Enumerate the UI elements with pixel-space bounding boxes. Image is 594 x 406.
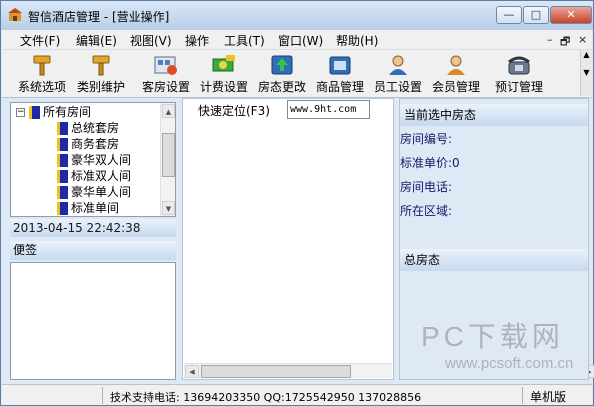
all-status-header: 总房态 <box>400 249 588 271</box>
status-bar: 技术支持电话: 13694203350 QQ:1725542950 137028… <box>2 384 592 405</box>
menu-tools[interactable]: 工具(T) <box>224 32 265 49</box>
toolbar-room-status-change-button[interactable]: 房态更改 <box>254 52 310 96</box>
tech-support-text: 技术支持电话: 13694203350 QQ:1725542950 137028… <box>110 391 422 404</box>
toolbar-label: 商品管理 <box>315 80 364 94</box>
tree-item[interactable]: 总统套房 <box>57 120 119 136</box>
goods-icon <box>329 56 351 75</box>
toolbar-label: 员工设置 <box>373 80 422 94</box>
toolbar-label: 会员管理 <box>431 80 480 94</box>
tree-item-label: 商务套房 <box>71 137 120 151</box>
book-icon <box>57 154 68 167</box>
scroll-down-icon[interactable]: ▼ <box>162 201 175 215</box>
toolbar-label: 房态更改 <box>257 80 306 94</box>
tree-item-label: 总统套房 <box>71 121 120 135</box>
close-button[interactable]: ✕ <box>550 6 592 24</box>
toolbar-reservation-management-button[interactable]: 预订管理 <box>491 52 547 96</box>
menu-operate[interactable]: 操作 <box>185 32 209 49</box>
room-phone-field: 房间电话: <box>400 180 453 194</box>
toolbar-member-management-button[interactable]: 会员管理 <box>428 52 484 96</box>
tree-root[interactable]: 所有房间 <box>29 104 91 120</box>
tree-item[interactable]: 豪华双人间 <box>57 152 131 168</box>
money-icon <box>212 55 235 72</box>
toolbar-billing-settings-button[interactable]: 计费设置 <box>196 52 252 96</box>
toolbar-label: 预订管理 <box>494 80 543 94</box>
toolbar-label: 类别维护 <box>76 80 125 94</box>
book-icon <box>57 170 68 183</box>
tree-expander[interactable]: − <box>16 108 25 117</box>
room-tree: − 所有房间 总统套房 商务套房 豪华双人间 标准双人间 豪华单人间 标准单间 … <box>10 102 176 217</box>
scroll-thumb[interactable] <box>162 133 175 177</box>
tree-item-label: 标准双人间 <box>71 169 132 183</box>
book-icon <box>57 186 68 199</box>
quick-locate-label: 快速定位(F3) <box>198 104 270 118</box>
hammer-icon <box>92 55 110 76</box>
scroll-left-icon[interactable]: ◀ <box>185 365 199 378</box>
app-icon <box>8 8 22 21</box>
note-header: 便签 <box>10 241 176 260</box>
tree-item[interactable]: 标准单间 <box>57 200 119 216</box>
quick-locate-input[interactable]: www.9ht.com <box>287 100 370 119</box>
note-area[interactable] <box>10 262 176 380</box>
tree-item[interactable]: 商务套房 <box>57 136 119 152</box>
toolbar-scroll[interactable]: ▲ ▼ <box>580 50 592 96</box>
menu-help[interactable]: 帮助(H) <box>336 32 378 49</box>
phone-icon <box>508 56 530 75</box>
room-area-field: 所在区域: <box>400 204 453 218</box>
scroll-thumb[interactable] <box>201 365 351 378</box>
room-info-panel: 当前选中房态 房间编号: 标准单价:0 房间电话: 所在区域: 总房态 <box>399 98 589 380</box>
tree-scrollbar[interactable]: ▲ ▼ <box>160 103 175 216</box>
window-title: 智信酒店管理 - [营业操作] <box>28 10 170 24</box>
tree-item-label: 标准单间 <box>71 201 120 215</box>
menu-file[interactable]: 文件(F) <box>20 32 60 49</box>
maximize-button[interactable]: □ <box>523 6 549 24</box>
book-icon <box>57 122 68 135</box>
tree-root-label: 所有房间 <box>43 105 92 119</box>
user-icon <box>389 55 407 75</box>
hammer-icon <box>33 55 51 76</box>
version-text: 单机版 <box>530 390 567 404</box>
menu-edit[interactable]: 编辑(E) <box>76 32 117 49</box>
book-icon <box>57 138 68 151</box>
scroll-up-icon[interactable]: ▲ <box>162 104 175 118</box>
datetime-display: 2013-04-15 22:42:38 <box>10 219 176 237</box>
toolbar-label: 系统选项 <box>17 80 66 94</box>
title-bar[interactable]: 智信酒店管理 - [营业操作] — □ ✕ <box>1 1 593 30</box>
tree-item-label: 豪华单人间 <box>71 185 132 199</box>
folder-icon <box>29 106 40 119</box>
toolbar-system-options-button[interactable]: 系统选项 <box>14 52 70 96</box>
toolbar-label: 客房设置 <box>141 80 190 94</box>
mdi-close-button[interactable]: × <box>578 33 587 46</box>
menu-window[interactable]: 窗口(W) <box>278 32 323 49</box>
tree-item[interactable]: 豪华单人间 <box>57 184 131 200</box>
status-divider <box>102 387 103 404</box>
toolbar-staff-settings-button[interactable]: 员工设置 <box>370 52 426 96</box>
book-icon <box>57 202 68 215</box>
standard-price-field: 标准单价:0 <box>400 156 460 170</box>
tree-item-label: 豪华双人间 <box>71 153 132 167</box>
room-view-panel: 快速定位(F3) www.9ht.com ◀ ▶ <box>182 98 594 380</box>
room-view-hscrollbar[interactable]: ◀ ▶ <box>184 363 594 378</box>
mdi-minimize-button[interactable]: – <box>547 33 553 46</box>
current-room-header: 当前选中房态 <box>400 104 588 126</box>
toolbar-room-settings-button[interactable]: 客房设置 <box>138 52 194 96</box>
minimize-button[interactable]: — <box>496 6 522 24</box>
app-window: 智信酒店管理 - [营业操作] — □ ✕ 文件(F) 编辑(E) 视图(V) … <box>0 0 594 406</box>
toolbar-label: 计费设置 <box>199 80 248 94</box>
toolbar: 系统选项 类别维护 客房设置 计费设置 房态更改 商品管理 员工设置 会员管理 <box>2 50 592 98</box>
toolbar-goods-management-button[interactable]: 商品管理 <box>312 52 368 96</box>
menu-bar: 文件(F) 编辑(E) 视图(V) 操作 工具(T) 窗口(W) 帮助(H) –… <box>2 30 592 50</box>
member-icon <box>447 55 465 75</box>
status-divider <box>522 387 523 404</box>
toolbar-category-maintain-button[interactable]: 类别维护 <box>73 52 129 96</box>
menu-view[interactable]: 视图(V) <box>130 32 172 49</box>
tree-item[interactable]: 标准双人间 <box>57 168 131 184</box>
rooms-icon <box>154 56 177 75</box>
room-number-field: 房间编号: <box>400 132 453 146</box>
room-status-icon <box>271 55 293 75</box>
